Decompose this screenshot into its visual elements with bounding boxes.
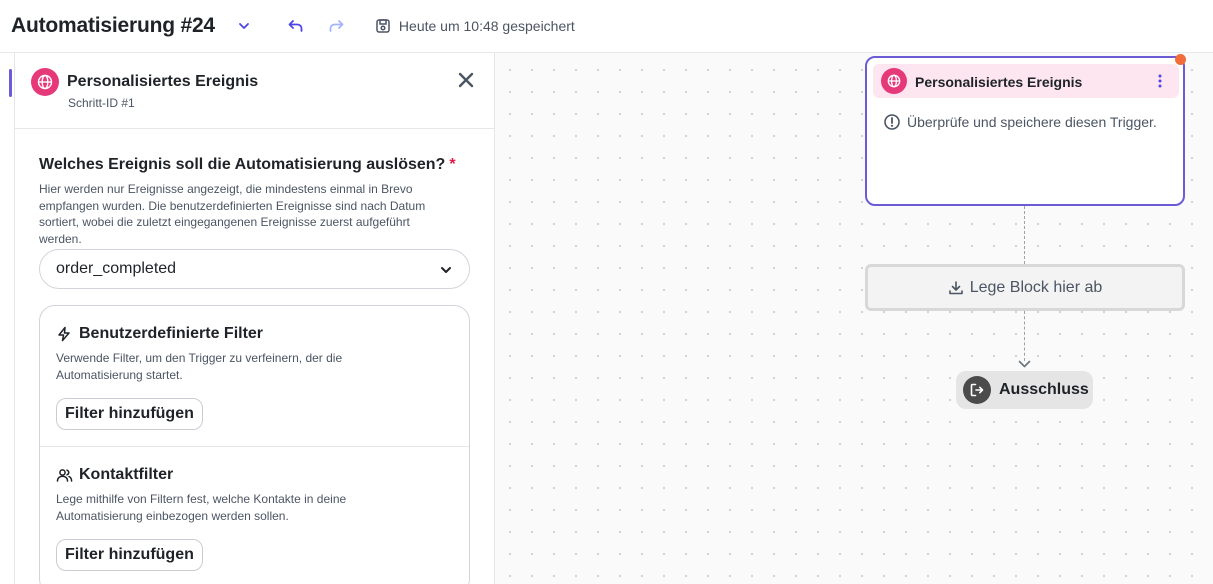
trigger-node-header: Personalisiertes Ereignis <box>873 64 1179 98</box>
globe-icon <box>881 68 907 94</box>
add-custom-filter-button[interactable]: Filter hinzufügen <box>56 398 203 430</box>
notification-dot <box>1175 54 1186 65</box>
trigger-node[interactable]: Personalisiertes Ereignis Überprüfe und … <box>865 56 1185 206</box>
save-icon <box>375 18 391 34</box>
connector-line <box>1024 206 1025 264</box>
trigger-settings-panel: Personalisiertes Ereignis Schritt-ID #1 … <box>15 53 495 584</box>
required-mark: * <box>449 156 456 173</box>
custom-filter-heading: Benutzerdefinierte Filter <box>56 325 263 343</box>
trigger-node-message: Überprüfe und speichere diesen Trigger. <box>907 114 1157 130</box>
arrow-down-icon <box>1018 356 1031 368</box>
automation-title[interactable]: Automatisierung #24 <box>11 14 215 38</box>
contact-filter-title: Kontaktfilter <box>79 466 174 483</box>
add-contact-filter-button[interactable]: Filter hinzufügen <box>56 539 203 571</box>
chevron-down-icon <box>439 263 453 277</box>
block-dropzone[interactable]: Lege Block hier ab <box>865 264 1185 311</box>
event-select-value: order_completed <box>56 260 177 277</box>
rail-active-indicator <box>9 69 12 97</box>
top-bar: Automatisierung #24 Heute um 10:48 gespe… <box>0 0 1213 53</box>
kebab-menu-icon[interactable] <box>1153 72 1167 90</box>
event-question: Welches Ereignis soll die Automatisierun… <box>39 156 456 174</box>
panel-header: Personalisiertes Ereignis Schritt-ID #1 <box>15 53 494 129</box>
undo-icon[interactable] <box>287 17 305 35</box>
left-rail <box>0 53 15 584</box>
event-question-text: Welches Ereignis soll die Automatisierun… <box>39 156 446 173</box>
warning-icon <box>883 113 901 131</box>
panel-title: Personalisiertes Ereignis <box>67 73 259 90</box>
workflow-canvas[interactable]: Personalisiertes Ereignis Überprüfe und … <box>495 53 1213 584</box>
redo-icon[interactable] <box>327 17 345 35</box>
globe-icon <box>31 68 59 96</box>
save-status: Heute um 10:48 gespeichert <box>398 18 575 34</box>
trigger-node-title: Personalisiertes Ereignis <box>915 74 1083 90</box>
users-icon <box>56 467 73 484</box>
connector-line <box>1024 311 1025 361</box>
filter-card: Benutzerdefinierte Filter Verwende Filte… <box>39 305 470 584</box>
custom-filter-description: Verwende Filter, um den Trigger zu verfe… <box>56 351 343 382</box>
contact-filter-section: Kontaktfilter Lege mithilfe von Filtern … <box>40 447 469 584</box>
chevron-down-icon[interactable] <box>237 19 251 33</box>
event-help-text: Hier werden nur Ereignisse angezeigt, di… <box>39 182 426 246</box>
exit-label: Ausschluss <box>999 381 1089 398</box>
bolt-icon <box>56 326 73 343</box>
download-icon <box>948 280 964 296</box>
step-id: Schritt-ID #1 <box>68 96 135 110</box>
dropzone-label: Lege Block hier ab <box>969 278 1103 296</box>
exit-icon <box>963 376 991 404</box>
contact-filter-heading: Kontaktfilter <box>56 466 173 484</box>
custom-filter-section: Benutzerdefinierte Filter Verwende Filte… <box>40 306 469 447</box>
exit-node[interactable]: Ausschluss <box>956 371 1093 409</box>
close-icon[interactable] <box>456 70 476 90</box>
contact-filter-description: Lege mithilfe von Filtern fest, welche K… <box>56 492 347 523</box>
custom-filter-title: Benutzerdefinierte Filter <box>79 325 264 342</box>
event-select[interactable]: order_completed <box>39 249 470 289</box>
